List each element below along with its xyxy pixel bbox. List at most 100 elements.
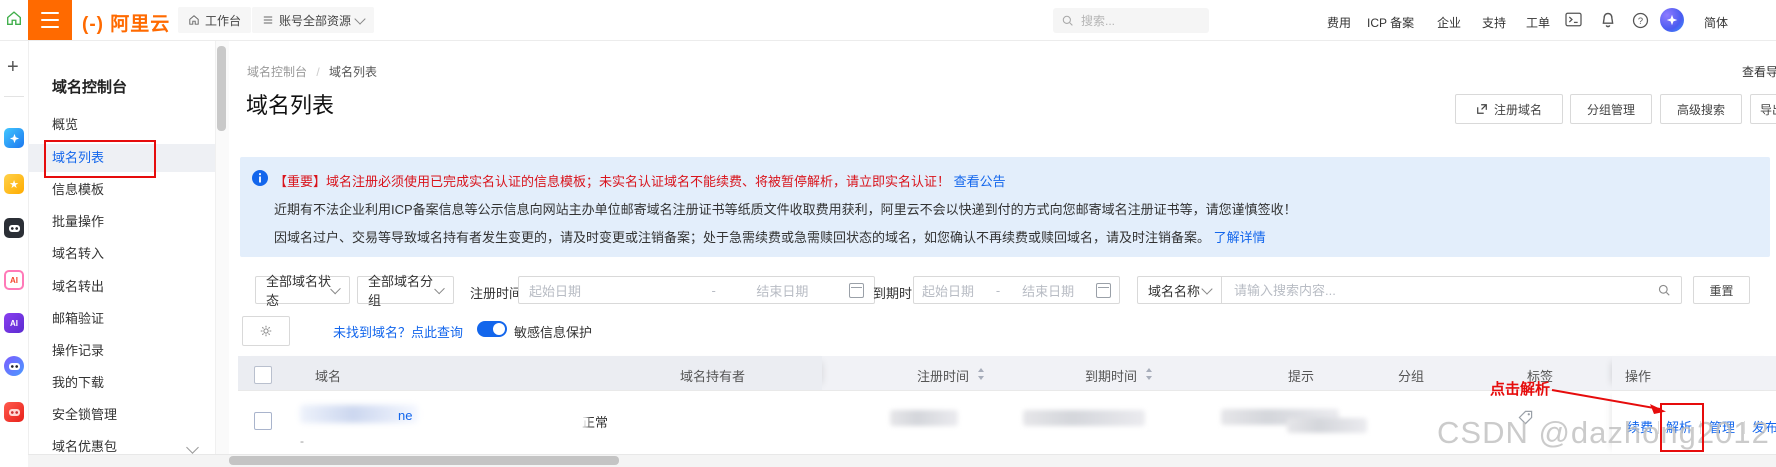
- info-icon: [252, 170, 268, 191]
- sidebar-item-transfer-in[interactable]: 域名转入: [28, 240, 215, 268]
- annotation-arrow: [1540, 383, 1680, 423]
- breadcrumb: 域名控制台 / 域名列表: [247, 63, 377, 80]
- col-expire-time: 到期时间: [1085, 366, 1137, 385]
- toggle-knob: [493, 323, 505, 335]
- global-search[interactable]: [1053, 8, 1209, 33]
- nav-item-enterprise[interactable]: 企业: [1437, 14, 1461, 31]
- range-separator: -: [996, 283, 1000, 298]
- app-icon-cyan[interactable]: [4, 128, 24, 148]
- register-domain-label: 注册域名: [1494, 101, 1542, 118]
- domain-secondary-dash: -: [300, 434, 304, 448]
- calendar-icon: [1096, 283, 1111, 298]
- notification-bell-icon[interactable]: [1600, 12, 1616, 34]
- export-button[interactable]: 导出: [1750, 94, 1776, 124]
- breadcrumb-root[interactable]: 域名控制台: [247, 65, 307, 79]
- domain-group-select[interactable]: 全部域名分组: [357, 276, 454, 304]
- app-icon-chat-robot[interactable]: [4, 356, 24, 376]
- home-green-icon[interactable]: [5, 9, 23, 32]
- language-switcher[interactable]: 简体: [1704, 14, 1728, 31]
- aliyun-domain-console: (-) 阿里云 工作台 账号全部资源 费用 ICP 备案 企业 支持 工单 ? …: [0, 0, 1776, 467]
- advanced-search-button[interactable]: 高级搜索: [1660, 94, 1742, 124]
- range-separator: -: [712, 283, 716, 298]
- register-time-range-picker[interactable]: 起始日期 - 结束日期: [518, 276, 875, 304]
- domain-not-found-link[interactable]: 未找到域名？点此查询: [333, 322, 463, 341]
- notice-line-1: 【重要】域名注册必须使用已完成实名认证的信息模板；未实名认证域名不能续费、将被暂…: [274, 171, 1006, 190]
- workbench-button[interactable]: 工作台: [178, 7, 251, 33]
- learn-more-link[interactable]: 了解详情: [1214, 230, 1266, 245]
- expire-end-placeholder[interactable]: 结束日期: [1022, 281, 1074, 300]
- register-start-placeholder[interactable]: 起始日期: [529, 281, 581, 300]
- chevron-down-icon: [354, 13, 365, 24]
- sidebar-item-operation-log[interactable]: 操作记录: [28, 337, 215, 365]
- reset-button[interactable]: 重置: [1693, 276, 1750, 304]
- register-end-placeholder[interactable]: 结束日期: [756, 281, 808, 300]
- nav-item-billing[interactable]: 费用: [1327, 14, 1351, 31]
- account-resources-label: 账号全部资源: [279, 12, 351, 29]
- annotation-box-domain-list: [44, 140, 156, 178]
- app-icon-robot[interactable]: [4, 218, 24, 238]
- domain-search-input[interactable]: [1232, 282, 1657, 299]
- chevron-down-icon: [1201, 283, 1212, 294]
- sidebar-item-batch-ops[interactable]: 批量操作: [28, 208, 215, 236]
- breadcrumb-current: 域名列表: [329, 65, 377, 79]
- user-avatar[interactable]: [1660, 8, 1684, 32]
- sidebar-item-info-template[interactable]: 信息模板: [28, 176, 215, 204]
- search-icon[interactable]: [1657, 283, 1671, 297]
- expire-start-placeholder[interactable]: 起始日期: [922, 281, 974, 300]
- app-icon-ai-purple[interactable]: AI: [4, 313, 24, 333]
- col-register-time: 注册时间: [917, 366, 969, 385]
- view-announcement-link[interactable]: 查看公告: [954, 174, 1006, 189]
- app-icon-game-controller[interactable]: [4, 402, 24, 422]
- domain-group-value: 全部域名分组: [368, 271, 436, 309]
- add-icon[interactable]: +: [7, 56, 19, 79]
- terminal-icon[interactable]: [1565, 12, 1582, 32]
- global-search-input[interactable]: [1079, 13, 1183, 29]
- sidebar-item-email-verify[interactable]: 邮箱验证: [28, 305, 215, 333]
- col-domain: 域名: [315, 366, 341, 385]
- expire-time-range-picker[interactable]: 起始日期 - 结束日期: [913, 276, 1120, 304]
- search-icon: [1061, 14, 1074, 27]
- domain-name-tail[interactable]: ne: [398, 408, 412, 423]
- column-settings-button[interactable]: [242, 316, 290, 346]
- help-icon[interactable]: ?: [1632, 12, 1649, 34]
- app-icon-ai-ring[interactable]: AI: [4, 270, 24, 290]
- vertical-scrollbar-thumb[interactable]: [217, 46, 226, 131]
- sensitive-info-toggle[interactable]: [477, 321, 507, 337]
- sidebar-item-my-downloads[interactable]: 我的下载: [28, 369, 215, 397]
- row-checkbox[interactable]: [254, 412, 272, 430]
- calendar-icon: [849, 283, 864, 298]
- hamburger-menu-button[interactable]: [28, 0, 72, 40]
- view-export-results-link[interactable]: 查看导出结果: [1742, 63, 1776, 80]
- svg-text:?: ?: [1638, 16, 1643, 26]
- notice-important-text: 【重要】域名注册必须使用已完成实名认证的信息模板；未实名认证域名不能续费、将被暂…: [274, 174, 950, 189]
- nav-item-support[interactable]: 支持: [1482, 14, 1506, 31]
- account-resources-dropdown[interactable]: 账号全部资源: [252, 7, 374, 33]
- domain-search-box[interactable]: [1221, 276, 1682, 304]
- app-icon-star[interactable]: ★: [4, 174, 24, 194]
- register-domain-button[interactable]: 注册域名: [1455, 94, 1563, 124]
- notice-line-3-text: 因域名过户、交易等导致域名持有者发生变更的，请及时变更或注销备案；处于急需续费或…: [274, 230, 1210, 245]
- page-title: 域名列表: [246, 88, 334, 120]
- gear-icon: [259, 324, 273, 338]
- sort-icon-register-time[interactable]: [978, 368, 992, 380]
- nav-item-ticket[interactable]: 工单: [1526, 14, 1550, 31]
- search-field-select[interactable]: 域名名称: [1137, 276, 1222, 304]
- sort-icon-expire-time[interactable]: [1146, 368, 1160, 380]
- sensitive-toggle-label: 敏感信息保护: [514, 322, 592, 341]
- col-tip: 提示: [1288, 366, 1314, 385]
- avatar-star-icon: [1665, 13, 1679, 27]
- aliyun-logo: (-) 阿里云: [82, 9, 170, 36]
- domain-status-select[interactable]: 全部域名状态: [255, 276, 350, 304]
- horizontal-scrollbar-thumb[interactable]: [229, 456, 619, 465]
- nav-item-icp[interactable]: ICP 备案: [1367, 14, 1414, 31]
- strip-divider: [4, 96, 24, 97]
- workbench-label: 工作台: [205, 12, 241, 29]
- external-link-icon: [1476, 103, 1488, 115]
- register-time-label: 注册时间: [470, 283, 522, 302]
- select-all-checkbox[interactable]: [254, 366, 272, 384]
- group-manage-button[interactable]: 分组管理: [1570, 94, 1652, 124]
- sidebar-item-security-lock[interactable]: 安全锁管理: [28, 401, 215, 429]
- list-icon: [262, 14, 274, 26]
- sidebar-item-overview[interactable]: 概览: [28, 111, 215, 139]
- sidebar-item-transfer-out[interactable]: 域名转出: [28, 273, 215, 301]
